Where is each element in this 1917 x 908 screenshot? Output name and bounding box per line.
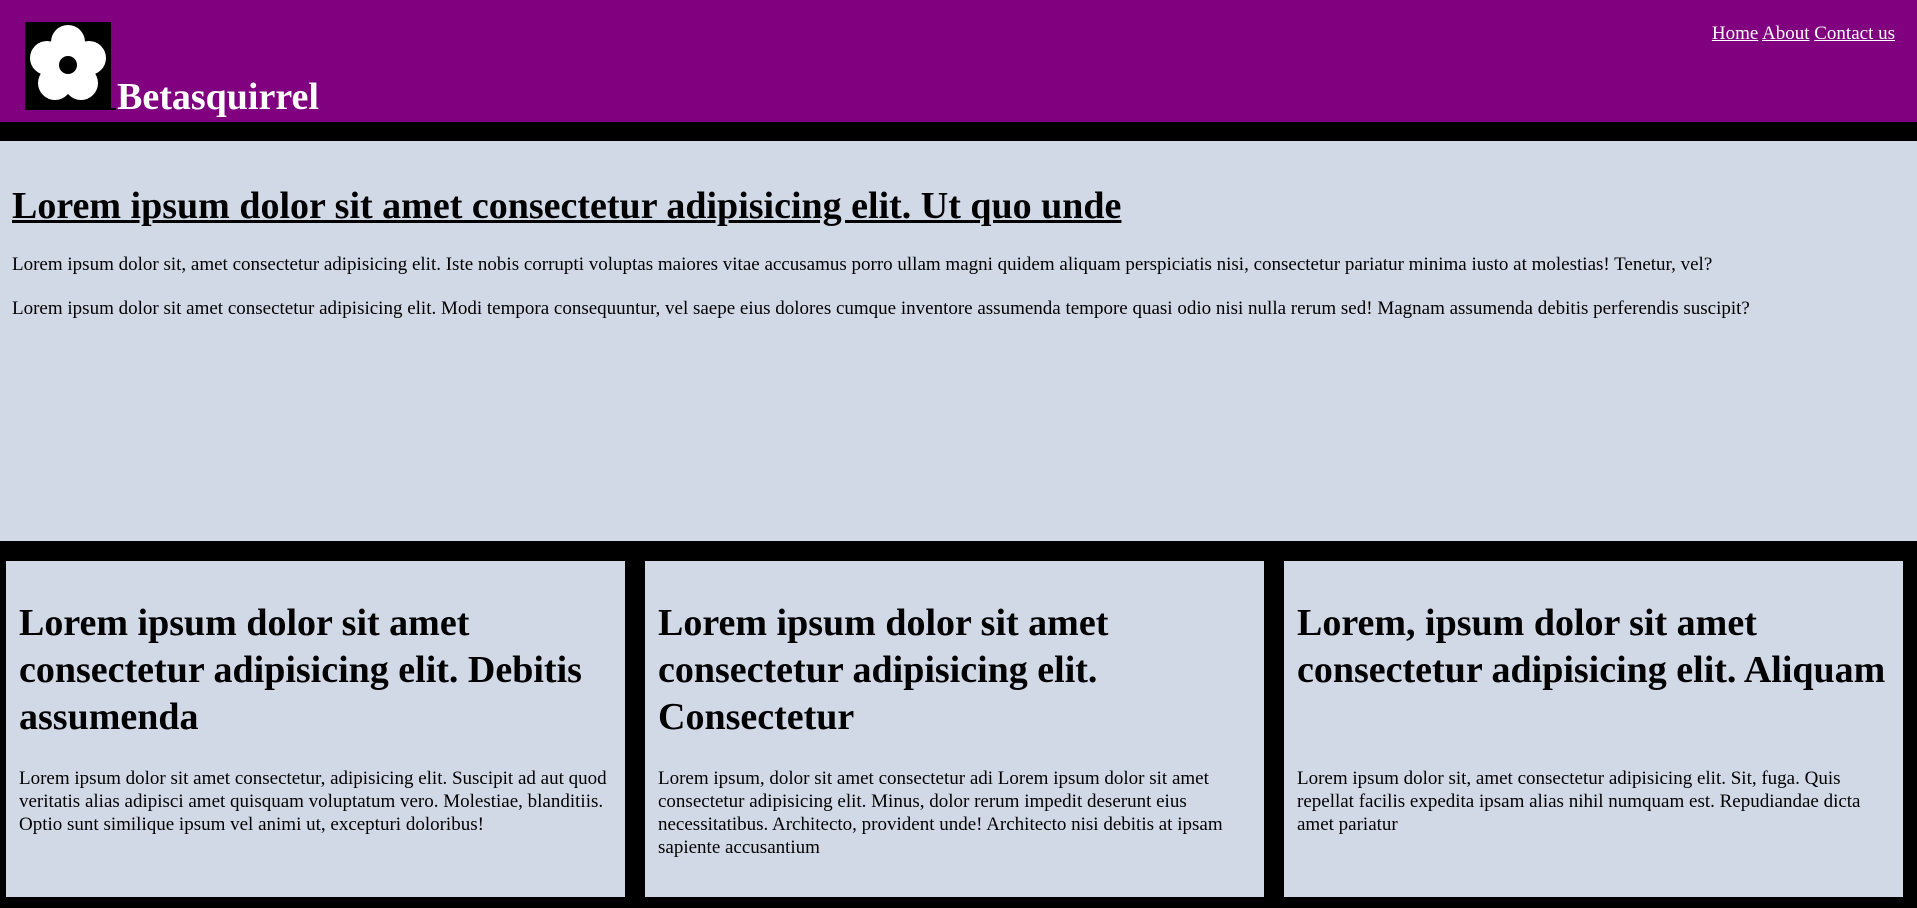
card-title: Lorem ipsum dolor sit amet consectetur a… bbox=[658, 602, 1109, 738]
card-title: Lorem ipsum dolor sit amet consectetur a… bbox=[19, 602, 582, 738]
feature-card: Lorem, ipsum dolor sit amet consectetur … bbox=[1284, 561, 1903, 897]
nav-home-link[interactable]: Home bbox=[1712, 23, 1758, 44]
logo-link-underline bbox=[25, 108, 116, 110]
nav-about-link[interactable]: About bbox=[1762, 23, 1810, 44]
hero-title: Lorem ipsum dolor sit amet consectetur a… bbox=[12, 185, 1122, 227]
card-text: Lorem ipsum, dolor sit amet consectetur … bbox=[658, 768, 1223, 858]
site-header: Betasquirrel Home About Contact us bbox=[0, 0, 1917, 122]
feature-card: Lorem ipsum dolor sit amet consectetur a… bbox=[645, 561, 1264, 897]
hero-paragraph: Lorem ipsum dolor sit amet consectetur a… bbox=[12, 298, 1750, 319]
main-nav: Home About Contact us bbox=[1712, 21, 1895, 47]
site-brand: Betasquirrel bbox=[117, 76, 319, 118]
hero-section: Lorem ipsum dolor sit amet consectetur a… bbox=[0, 141, 1917, 541]
card-text: Lorem ipsum dolor sit, amet consectetur … bbox=[1297, 768, 1861, 835]
card-title: Lorem, ipsum dolor sit amet consectetur … bbox=[1297, 602, 1886, 691]
card-text: Lorem ipsum dolor sit amet consectetur, … bbox=[19, 768, 607, 835]
flower-icon[interactable] bbox=[25, 22, 111, 108]
feature-card: Lorem ipsum dolor sit amet consectetur a… bbox=[6, 561, 625, 897]
hero-paragraph: Lorem ipsum dolor sit, amet consectetur … bbox=[12, 254, 1713, 275]
nav-contact-link[interactable]: Contact us bbox=[1814, 23, 1895, 44]
